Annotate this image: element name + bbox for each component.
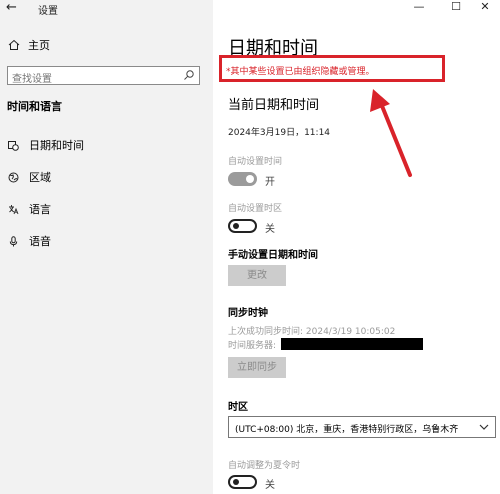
sync-now-button[interactable]: 立即同步 bbox=[228, 357, 286, 378]
sidebar-item-language[interactable]: 语言 bbox=[8, 201, 51, 217]
search-box[interactable] bbox=[7, 66, 200, 88]
last-sync-text: 上次成功同步时间: 2024/3/19 10:05:02 bbox=[228, 327, 396, 337]
search-input[interactable] bbox=[8, 71, 178, 88]
sidebar-home[interactable]: 主页 bbox=[8, 37, 50, 53]
sidebar-item-label: 日期和时间 bbox=[29, 139, 84, 152]
current-datetime-heading: 当前日期和时间 bbox=[228, 98, 320, 113]
auto-zone-label: 自动设置时区 bbox=[228, 204, 283, 214]
sidebar-section-title: 时间和语言 bbox=[7, 100, 62, 113]
auto-time-toggle[interactable] bbox=[228, 172, 257, 186]
sidebar-item-label: 语音 bbox=[29, 235, 51, 248]
language-icon bbox=[9, 204, 19, 214]
sync-clock-heading: 同步时钟 bbox=[228, 308, 268, 319]
search-icon[interactable] bbox=[183, 69, 195, 81]
managed-notice-highlight: *其中某些设置已由组织隐藏或管理。 bbox=[219, 55, 445, 82]
manual-datetime-heading: 手动设置日期和时间 bbox=[228, 250, 318, 261]
time-server-label: 时间服务器: bbox=[228, 341, 277, 351]
auto-time-state: 开 bbox=[265, 177, 275, 188]
main-content: 日期和时间 *其中某些设置已由组织隐藏或管理。 当前日期和时间 2024年3月1… bbox=[219, 0, 500, 494]
timezone-value: (UTC+08:00) 北京，重庆，香港特别行政区，乌鲁木齐 bbox=[235, 425, 459, 435]
globe-icon bbox=[8, 172, 19, 182]
sidebar-item-label: 区域 bbox=[29, 171, 51, 184]
sidebar-item-region[interactable]: 区域 bbox=[8, 169, 51, 185]
home-icon bbox=[8, 39, 20, 50]
chevron-down-icon bbox=[479, 424, 489, 430]
redacted-server-name bbox=[281, 338, 423, 350]
sidebar-item-speech[interactable]: 语音 bbox=[8, 233, 51, 249]
auto-zone-state: 关 bbox=[265, 224, 275, 235]
timezone-heading: 时区 bbox=[228, 402, 248, 413]
current-datetime-value: 2024年3月19日，11:14 bbox=[228, 128, 331, 138]
sidebar-item-date-time[interactable]: 日期和时间 bbox=[8, 137, 84, 153]
microphone-icon bbox=[9, 235, 18, 246]
sidebar-home-label: 主页 bbox=[28, 39, 50, 52]
back-button[interactable]: ← bbox=[6, 1, 22, 15]
dst-label: 自动调整为夏令时 bbox=[228, 461, 301, 471]
auto-time-label: 自动设置时间 bbox=[228, 157, 283, 167]
calendar-clock-icon bbox=[8, 140, 19, 151]
dst-toggle[interactable] bbox=[228, 475, 257, 489]
sidebar-item-label: 语言 bbox=[29, 203, 51, 216]
auto-zone-toggle[interactable] bbox=[228, 219, 257, 233]
app-title: 设置 bbox=[38, 6, 58, 17]
change-button[interactable]: 更改 bbox=[228, 265, 286, 286]
timezone-select[interactable]: (UTC+08:00) 北京，重庆，香港特别行政区，乌鲁木齐 bbox=[228, 416, 496, 438]
managed-notice: *其中某些设置已由组织隐藏或管理。 bbox=[226, 67, 375, 77]
dst-state: 关 bbox=[265, 480, 275, 491]
